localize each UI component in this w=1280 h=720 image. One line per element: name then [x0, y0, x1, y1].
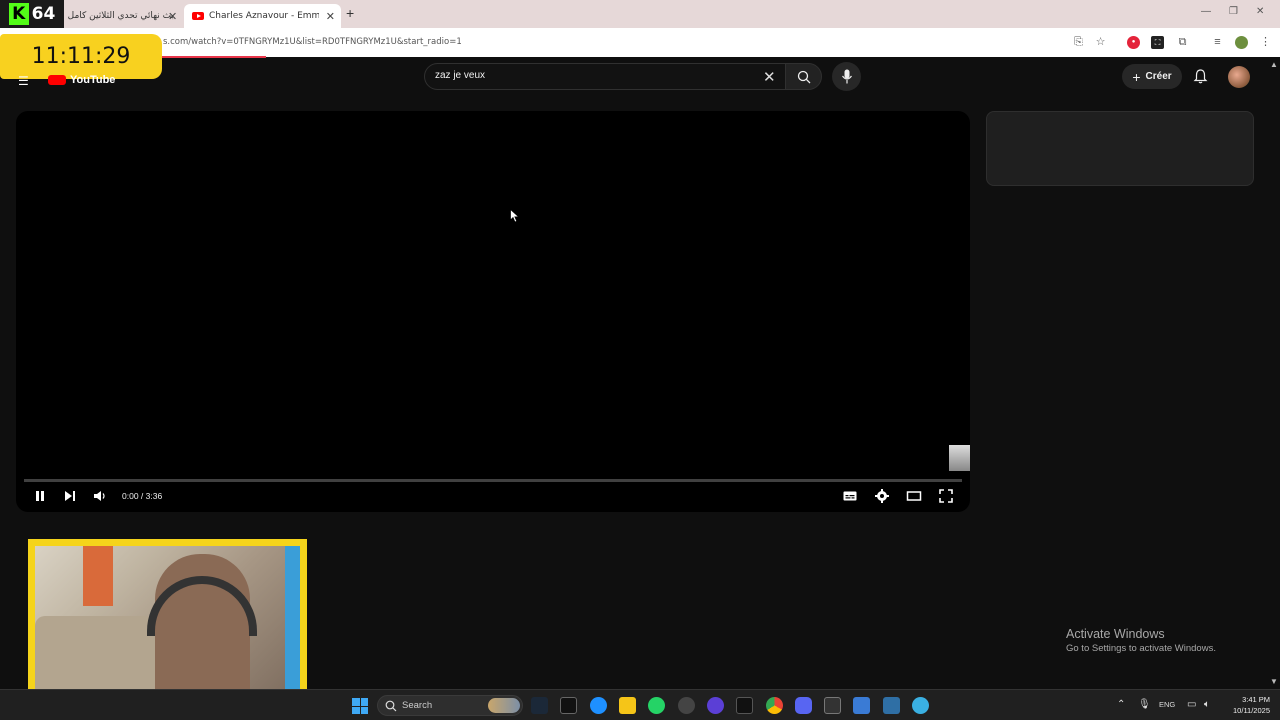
app-icon[interactable] — [853, 697, 870, 714]
ublock-extension-icon[interactable]: ● — [1127, 36, 1140, 49]
kick-icon: K — [8, 3, 29, 25]
end-screen-thumbnail[interactable] — [949, 445, 970, 471]
new-tab-icon[interactable]: + — [346, 5, 354, 21]
create-button[interactable]: + Créer — [1122, 64, 1182, 89]
app-icon[interactable] — [707, 697, 724, 714]
mouse-cursor-icon — [510, 209, 520, 223]
create-label: Créer — [1145, 71, 1172, 82]
search-icon — [797, 70, 810, 83]
url-text[interactable]: s.com/watch?v=0TFNGRYMz1U&list=RD0TFNGRY… — [163, 37, 462, 47]
app-icon[interactable] — [590, 697, 607, 714]
bookmark-star-icon[interactable]: ☆ — [1094, 36, 1107, 49]
tab-close-icon[interactable]: ✕ — [168, 10, 177, 23]
tray-date: 10/11/2025 — [1233, 706, 1270, 715]
extension-icon[interactable]: ⛶ — [1151, 36, 1164, 49]
webcam-feed — [35, 546, 300, 700]
taskbar-search-box[interactable]: Search — [377, 695, 523, 716]
pause-icon[interactable] — [32, 488, 48, 504]
notifications-bell-icon[interactable] — [1192, 68, 1209, 85]
settings-gear-icon[interactable] — [874, 488, 890, 504]
youtube-favicon-icon — [192, 12, 204, 20]
chrome-icon[interactable] — [766, 697, 783, 714]
search-input[interactable]: zaz je veux ✕ — [424, 63, 786, 90]
extensions-puzzle-icon[interactable]: ⧉ — [1176, 36, 1189, 49]
network-icon[interactable]: ▭ — [1187, 699, 1196, 710]
hamburger-menu-icon[interactable]: ☰ — [18, 74, 29, 88]
watermark-subtitle: Go to Settings to activate Windows. — [1066, 643, 1216, 654]
search-button[interactable] — [785, 63, 822, 90]
app-icon[interactable] — [883, 697, 900, 714]
progress-bar[interactable] — [24, 479, 962, 482]
epic-games-icon[interactable] — [560, 697, 577, 714]
browser-tab-strip: بث نهائي تحدي الثلاثين كامل ✕ Charles Az… — [0, 0, 1280, 28]
search-query[interactable]: zaz je veux — [435, 70, 485, 81]
webcam-overlay — [28, 539, 307, 707]
search-highlight-icon — [488, 698, 520, 713]
tab-close-icon[interactable]: ✕ — [326, 10, 335, 23]
youtube-logo-icon[interactable] — [48, 75, 66, 85]
time-display: 0:00 / 3:36 — [122, 491, 163, 501]
background-object — [285, 546, 300, 696]
tab-search-icon[interactable]: ≡ — [1211, 36, 1224, 49]
close-window-icon[interactable]: ✕ — [1256, 6, 1264, 17]
browser-menu-icon[interactable]: ⋮ — [1259, 36, 1272, 49]
whatsapp-icon[interactable] — [648, 697, 665, 714]
clear-search-icon[interactable]: ✕ — [763, 68, 776, 86]
activate-windows-watermark: Activate Windows Go to Settings to activ… — [1066, 627, 1216, 654]
voice-search-button[interactable] — [832, 62, 861, 91]
tiktok-icon[interactable] — [736, 697, 753, 714]
poster — [83, 546, 113, 606]
account-avatar[interactable] — [1228, 66, 1250, 88]
sidebar-placeholder-card — [986, 111, 1254, 186]
video-player[interactable]: 0:00 / 3:36 — [16, 111, 970, 512]
microphone-icon — [841, 69, 852, 84]
app-icon[interactable] — [678, 697, 695, 714]
search-icon — [385, 700, 397, 712]
windows-start-icon[interactable] — [352, 698, 368, 714]
minimize-icon[interactable]: — — [1201, 6, 1211, 17]
sofa — [35, 616, 155, 700]
profile-avatar-icon[interactable] — [1235, 36, 1248, 49]
scroll-up-arrow-icon[interactable]: ▲ — [1270, 60, 1278, 69]
tab-label: بث نهائي تحدي الثلاثين كامل — [67, 11, 174, 21]
theater-mode-icon[interactable] — [906, 488, 922, 504]
microphone-tray-icon[interactable]: 🎙︎ — [1138, 699, 1151, 710]
discord-icon[interactable] — [795, 697, 812, 714]
tray-time: 3:41 PM — [1242, 695, 1270, 704]
browser-tab-active[interactable]: Charles Aznavour - Emmenez-moi ✕ — [184, 4, 341, 28]
app-icon[interactable] — [824, 697, 841, 714]
file-explorer-icon[interactable] — [619, 697, 636, 714]
next-icon[interactable] — [62, 488, 78, 504]
fullscreen-icon[interactable] — [938, 488, 954, 504]
tab-label: Charles Aznavour - Emmenez-moi — [209, 11, 319, 21]
clock-overlay: 11:11:29 — [0, 34, 162, 79]
volume-icon[interactable] — [92, 488, 108, 504]
app-icon[interactable] — [912, 697, 929, 714]
kick-overlay-logo: K 64 — [0, 0, 64, 28]
language-indicator[interactable]: ENG — [1159, 700, 1175, 709]
windows-taskbar: Search ⌃ 🎙︎ ENG ▭ 🔈︎ 3:41 PM 10/11/2025 — [0, 689, 1280, 720]
tray-clock[interactable]: 3:41 PM 10/11/2025 — [1226, 694, 1270, 716]
address-bar: s.com/watch?v=0TFNGRYMz1U&list=RD0TFNGRY… — [0, 28, 1280, 57]
tray-overflow-icon[interactable]: ⌃ — [1117, 699, 1125, 710]
maximize-icon[interactable]: ❐ — [1229, 6, 1238, 17]
browser-tab[interactable]: بث نهائي تحدي الثلاثين كامل ✕ — [60, 4, 182, 28]
taskbar-search-label: Search — [402, 700, 433, 711]
scroll-down-arrow-icon[interactable]: ▼ — [1270, 677, 1278, 686]
page-load-bar — [160, 56, 266, 58]
steam-icon[interactable] — [531, 697, 548, 714]
youtube-logo-text[interactable]: YouTube — [70, 74, 115, 86]
watermark-title: Activate Windows — [1066, 627, 1165, 641]
install-app-icon[interactable]: ⎘ — [1072, 36, 1085, 49]
kick-number: 64 — [31, 4, 56, 24]
speaker-icon[interactable]: 🔈︎ — [1204, 699, 1210, 710]
plus-icon: + — [1132, 68, 1141, 85]
subtitles-icon[interactable] — [842, 488, 858, 504]
